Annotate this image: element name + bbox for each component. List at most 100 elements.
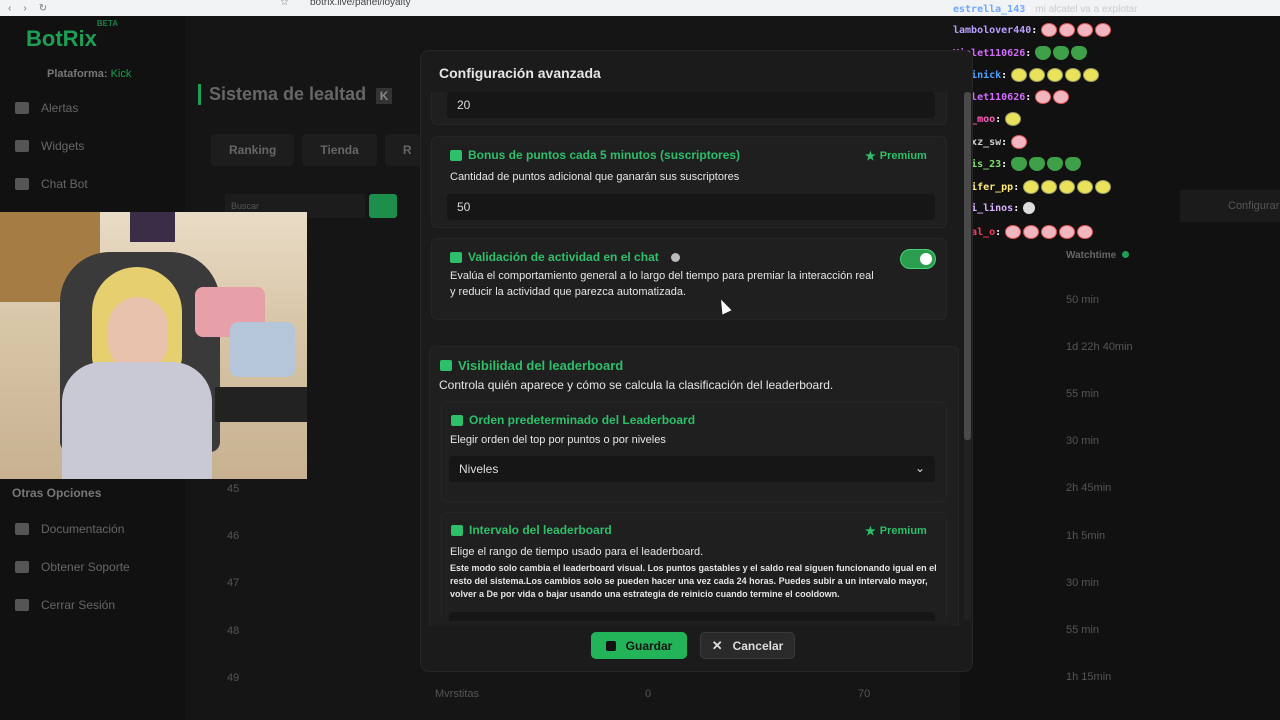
watchtime-cell: 2h 45min <box>1066 482 1112 494</box>
chat-message: lambolover440: <box>953 23 1113 37</box>
activity-desc-line: Evalúa el comportamiento general a lo la… <box>450 270 874 282</box>
chat-emote-icon <box>1077 225 1094 239</box>
row-value: 0 <box>645 688 652 700</box>
docs-icon <box>15 523 29 535</box>
sidebar-item-label: Obtener Soporte <box>41 560 130 574</box>
watchtime-header[interactable]: Watchtime <box>1066 250 1130 261</box>
chat-emote-icon <box>1047 68 1064 82</box>
sidebar-item-soporte[interactable]: Obtener Soporte <box>15 560 130 574</box>
chat-emote-icon <box>1005 112 1022 126</box>
search-button[interactable] <box>369 194 397 218</box>
premium-badge: ★ Premium <box>865 149 927 163</box>
cancel-button-label: Cancelar <box>732 638 784 653</box>
sidebar-item-widgets[interactable]: Widgets <box>15 139 84 153</box>
logout-icon <box>15 599 29 611</box>
sidebar-item-documentacion[interactable]: Documentación <box>15 522 124 536</box>
save-button-label: Guardar <box>625 638 673 653</box>
watchtime-cell: 55 min <box>1066 624 1100 636</box>
sidebar-item-label: Documentación <box>41 522 125 536</box>
chat-separator: : <box>1025 47 1032 59</box>
tab-ranking[interactable]: Ranking <box>211 134 295 166</box>
chat-message: estrella_143: mi alcatel va a explotar <box>953 4 1138 15</box>
row-number: 46 <box>227 530 240 542</box>
platform-value: Kick <box>110 68 132 80</box>
row-number: 47 <box>227 577 240 589</box>
watchtime-cell: 55 min <box>1066 388 1100 400</box>
watchtime-cell: 1d 22h 40min <box>1066 341 1133 353</box>
sidebar-item-cerrar-sesion[interactable]: Cerrar Sesión <box>15 598 115 612</box>
visibility-description: Controla quién aparece y cómo se calcula… <box>439 378 834 392</box>
watchtime-cell: 50 min <box>1066 294 1100 306</box>
cancel-button[interactable]: ✕ Cancelar <box>700 632 795 659</box>
chat-message: Sukinick: <box>953 68 1101 82</box>
chat-username[interactable]: lambolover440 <box>953 25 1031 36</box>
chat-emote-icon <box>1065 157 1082 171</box>
bonus-label-text: Bonus de puntos cada 5 minutos (suscript… <box>468 148 741 162</box>
address-bar[interactable]: botrix.live/panel/loyalty <box>310 0 411 8</box>
chat-emote-icon <box>1011 68 1028 82</box>
back-icon[interactable]: ‹ <box>8 3 11 14</box>
order-label: Orden predeterminado del Leaderboard <box>451 413 695 427</box>
chat-emote-icon <box>1011 157 1028 171</box>
sidebar-item-label: Chat Bot <box>41 177 88 191</box>
chat-separator: : <box>1001 69 1008 81</box>
desk <box>215 387 307 422</box>
sidebar-item-chatbot[interactable]: Chat Bot <box>15 177 88 191</box>
bonus-points-input[interactable]: 50 <box>447 194 935 220</box>
interval-note-line: Este modo solo cambia el leaderboard vis… <box>450 563 937 573</box>
chat-emote-icon <box>1023 180 1040 194</box>
chat-emote-icon <box>1077 23 1094 37</box>
support-icon <box>15 561 29 573</box>
activity-toggle[interactable] <box>900 249 936 269</box>
row-value: 70 <box>858 688 871 700</box>
bookmark-star-icon[interactable]: ☆ <box>280 0 289 8</box>
trophy-icon <box>440 360 452 371</box>
save-icon <box>605 640 616 651</box>
chat-emote-icon <box>1035 90 1052 104</box>
chat-emote-icon <box>1005 225 1022 239</box>
premium-text: Premium <box>879 525 927 537</box>
activity-desc-line: y reducir la actividad que parezca autom… <box>450 286 687 298</box>
premium-badge: ★ Premium <box>865 524 927 538</box>
forward-icon[interactable]: › <box>23 3 26 14</box>
reload-icon[interactable]: ↻ <box>39 3 47 14</box>
sidebar-item-label: Widgets <box>41 139 85 153</box>
order-select[interactable]: Niveles <box>449 456 935 482</box>
interval-note: Este modo solo cambia el leaderboard vis… <box>450 562 940 601</box>
kick-icon: K <box>376 88 393 104</box>
interval-select[interactable] <box>449 612 935 621</box>
points-value-input[interactable]: 20 <box>447 92 935 118</box>
chat-separator: : <box>1001 136 1008 148</box>
chat-emote-icon <box>1059 180 1076 194</box>
chevron-down-icon[interactable]: ⌄ <box>915 461 925 475</box>
browser-toolbar: ‹ › ↻ ☆ botrix.live/panel/loyalty <box>0 0 960 16</box>
info-icon[interactable] <box>670 252 680 262</box>
star-icon: ★ <box>865 524 876 538</box>
botrix-logo[interactable]: BotRixBETA <box>26 19 118 52</box>
interval-label-text: Intervalo del leaderboard <box>469 523 612 537</box>
close-icon: ✕ <box>711 637 723 653</box>
chat-message: Violet110626: <box>953 46 1089 60</box>
scrollbar-thumb[interactable] <box>964 92 971 440</box>
chat-emote-icon <box>1023 202 1036 214</box>
chat-separator: : <box>1013 181 1020 193</box>
chat-emote-icon <box>1047 157 1064 171</box>
toggle-knob <box>920 253 932 265</box>
gift-icon <box>450 149 462 161</box>
chat-message: briis_23: <box>953 157 1083 171</box>
save-button[interactable]: Guardar <box>591 632 687 659</box>
modal-scrollbar[interactable] <box>964 92 971 620</box>
chat-username[interactable]: estrella_143 <box>953 4 1025 15</box>
activity-description: Evalúa el comportamiento general a lo la… <box>450 268 910 300</box>
tab-bar: Ranking Tienda R <box>211 134 430 166</box>
chat-message: K_mal_o: <box>953 225 1095 239</box>
sidebar-item-alertas[interactable]: Alertas <box>15 101 78 115</box>
tab-tienda[interactable]: Tienda <box>302 134 377 166</box>
page-title-text: Sistema de lealtad <box>209 84 367 104</box>
bonus-label: Bonus de puntos cada 5 minutos (suscript… <box>450 148 740 162</box>
user-check-icon <box>450 251 462 263</box>
chat-separator: : <box>995 226 1002 238</box>
order-label-text: Orden predeterminado del Leaderboard <box>469 413 696 427</box>
sidebar-item-label: Alertas <box>41 101 79 115</box>
platform-label: Plataforma: <box>47 68 108 80</box>
